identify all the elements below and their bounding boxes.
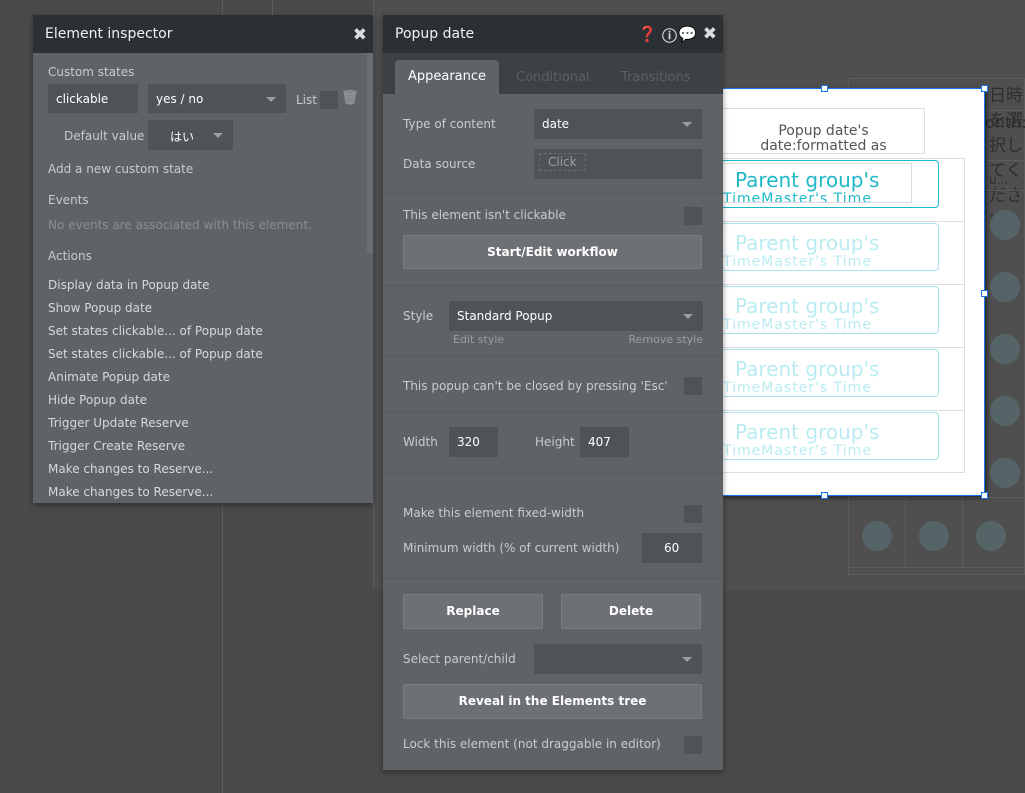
time-button[interactable]: Parent group's TimeMaster's Time (720, 412, 939, 460)
data-source-input[interactable]: Click (534, 149, 702, 179)
cell-subtext: TimeMaster's Time (723, 254, 872, 270)
reveal-elements-tree-button[interactable]: Reveal in the Elements tree (403, 684, 702, 719)
resize-handle[interactable] (821, 492, 828, 499)
actions-list: Display data in Popup date Show Popup da… (48, 274, 263, 504)
remove-style-link[interactable]: Remove style (628, 333, 703, 346)
not-clickable-checkbox[interactable] (684, 207, 702, 225)
calendar-dot (919, 521, 949, 551)
time-button[interactable]: Parent group's TimeMaster's Time (720, 223, 939, 271)
close-icon[interactable]: ✖ (703, 24, 717, 44)
resize-handle[interactable] (821, 85, 828, 92)
fixed-width-checkbox[interactable] (684, 505, 702, 523)
state-type-dropdown[interactable]: yes / no (148, 84, 286, 113)
default-value-dropdown[interactable]: はい (148, 120, 233, 150)
property-editor-panel: Popup date ❓ ⓘ 💬 ✖ Appearance Conditiona… (383, 15, 723, 770)
width-input[interactable]: 320 (449, 427, 498, 457)
type-of-content-dropdown[interactable]: date (534, 109, 702, 139)
action-item[interactable]: Make changes to Reserve... (48, 458, 263, 481)
action-item[interactable]: Display data in Popup date (48, 274, 263, 297)
edit-style-link[interactable]: Edit style (453, 333, 504, 346)
tab-appearance[interactable]: Appearance (395, 60, 499, 94)
cell-subtext: TimeMaster's Time (723, 317, 872, 333)
scrollbar[interactable] (367, 53, 373, 253)
inner-text-box (722, 163, 912, 203)
calendar-dot (862, 521, 892, 551)
time-button[interactable]: Parent group's TimeMaster's Time (720, 286, 939, 334)
action-item[interactable]: Make changes to Reserve... (48, 481, 263, 504)
tab-bar: Appearance Conditional Transitions (383, 53, 723, 94)
resize-handle[interactable] (981, 492, 988, 499)
help-icon[interactable]: ❓ (638, 25, 657, 43)
inspector-header: Element inspector ✖ (33, 15, 373, 53)
select-parent-dropdown[interactable] (534, 644, 702, 674)
style-dropdown[interactable]: Standard Popup (449, 301, 703, 331)
start-edit-workflow-button[interactable]: Start/Edit workflow (403, 235, 702, 269)
delete-button[interactable]: Delete (561, 594, 701, 629)
action-item[interactable]: Trigger Update Reserve (48, 412, 263, 435)
cell-subtext: TimeMaster's Time (723, 380, 872, 396)
property-header: Popup date ❓ ⓘ 💬 ✖ (383, 15, 723, 53)
cell-subtext: TimeMaster's Time (723, 443, 872, 459)
divider (272, 0, 273, 15)
element-inspector-panel: Element inspector ✖ Custom states clicka… (33, 15, 373, 503)
resize-handle[interactable] (981, 290, 988, 297)
trash-icon[interactable]: 🗑 (341, 90, 359, 106)
lock-checkbox[interactable] (684, 736, 702, 754)
action-item[interactable]: Trigger Create Reserve (48, 435, 263, 458)
min-width-input[interactable]: 60 (642, 533, 702, 563)
action-item[interactable]: Animate Popup date (48, 366, 263, 389)
height-input[interactable]: 407 (580, 427, 629, 457)
tab-transitions[interactable]: Transitions (621, 70, 691, 85)
action-item[interactable]: Hide Popup date (48, 389, 263, 412)
list-checkbox[interactable] (320, 91, 338, 109)
comment-icon[interactable]: 💬 (678, 25, 697, 43)
esc-checkbox[interactable] (684, 377, 702, 395)
resize-handle[interactable] (981, 85, 988, 92)
action-item[interactable]: Set states clickable... of Popup date (48, 343, 263, 366)
date-text[interactable]: Popup date's date:formatted as (722, 108, 925, 154)
add-custom-state-link[interactable]: Add a new custom state (48, 162, 193, 176)
info-icon[interactable]: ⓘ (662, 25, 677, 46)
action-item[interactable]: Show Popup date (48, 297, 263, 320)
time-button[interactable]: Parent group's TimeMaster's Time (720, 349, 939, 397)
state-name-input[interactable]: clickable (48, 84, 138, 113)
replace-button[interactable]: Replace (403, 594, 543, 629)
tab-conditional[interactable]: Conditional (516, 70, 590, 85)
close-icon[interactable]: ✖ (353, 25, 367, 45)
calendar-dot (976, 521, 1006, 551)
action-item[interactable]: Set states clickable... of Popup date (48, 320, 263, 343)
